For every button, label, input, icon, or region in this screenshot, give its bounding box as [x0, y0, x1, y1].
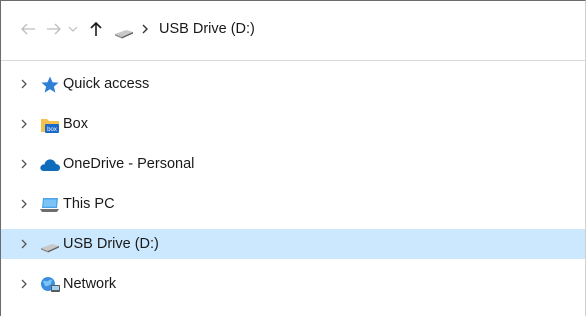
nav-item-quick-access[interactable]: Quick access: [1, 69, 585, 99]
star-icon: [39, 75, 61, 95]
recent-locations-button[interactable]: [65, 15, 81, 43]
usb-drive-icon[interactable]: [113, 19, 135, 41]
nav-item-label: USB Drive (D:): [63, 236, 159, 252]
file-explorer-window: USB Drive (D:) Quick access box Box OneD…: [0, 0, 586, 316]
cloud-icon: [39, 155, 61, 175]
address-bar: USB Drive (D:): [1, 1, 585, 61]
navigation-pane: Quick access box Box OneDrive - Personal…: [1, 69, 585, 309]
arrow-left-icon: [21, 23, 35, 35]
expand-chevron-icon[interactable]: [19, 197, 29, 211]
nav-item-label: Box: [63, 116, 88, 132]
arrow-right-icon: [47, 23, 61, 35]
nav-item-this-pc[interactable]: This PC: [1, 189, 585, 219]
nav-item-onedrive[interactable]: OneDrive - Personal: [1, 149, 585, 179]
box-badge-text: box: [47, 127, 57, 133]
back-button[interactable]: [17, 15, 39, 43]
nav-item-label: Quick access: [63, 76, 150, 92]
nav-item-label: Network: [63, 276, 117, 292]
chevron-right-icon[interactable]: [140, 21, 150, 37]
up-button[interactable]: [85, 15, 107, 43]
box-folder-icon: box: [39, 115, 61, 135]
nav-item-label: OneDrive - Personal: [63, 156, 195, 172]
breadcrumb-current-location[interactable]: USB Drive (D:): [159, 20, 255, 38]
network-icon: [39, 275, 61, 295]
nav-item-box[interactable]: box Box: [1, 109, 585, 139]
expand-chevron-icon[interactable]: [19, 157, 29, 171]
nav-item-usb-drive[interactable]: USB Drive (D:): [1, 229, 585, 259]
nav-item-network[interactable]: Network: [1, 269, 585, 299]
chevron-down-icon: [68, 26, 78, 32]
usb-drive-icon: [39, 235, 61, 255]
computer-icon: [39, 195, 61, 215]
expand-chevron-icon[interactable]: [19, 77, 29, 91]
arrow-up-icon: [90, 21, 102, 36]
forward-button[interactable]: [43, 15, 65, 43]
expand-chevron-icon[interactable]: [19, 237, 29, 251]
expand-chevron-icon[interactable]: [19, 277, 29, 291]
expand-chevron-icon[interactable]: [19, 117, 29, 131]
nav-item-label: This PC: [63, 196, 115, 212]
